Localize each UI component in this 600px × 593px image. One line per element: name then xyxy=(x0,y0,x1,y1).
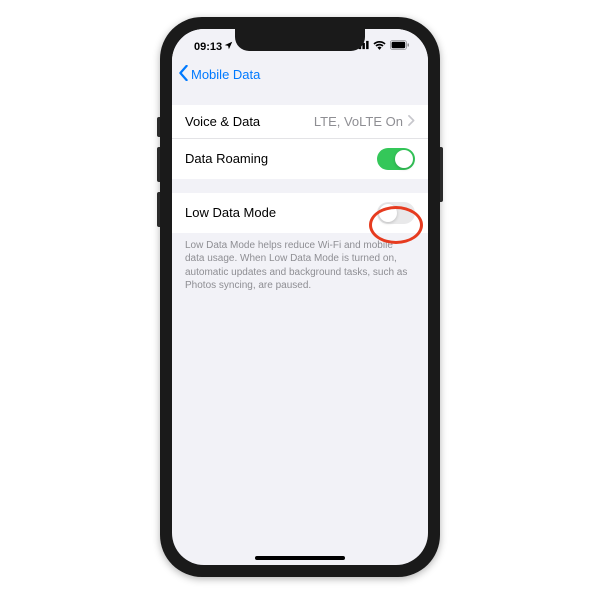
data-roaming-row: Data Roaming xyxy=(172,139,428,179)
settings-group-1: Voice & Data LTE, VoLTE On Data Roaming xyxy=(172,105,428,179)
footer-description: Low Data Mode helps reduce Wi-Fi and mob… xyxy=(172,233,428,299)
location-icon xyxy=(224,41,233,53)
low-data-mode-toggle[interactable] xyxy=(377,202,415,224)
chevron-left-icon xyxy=(178,65,189,84)
low-data-mode-label: Low Data Mode xyxy=(185,205,276,220)
nav-bar: Mobile Data xyxy=(172,59,428,91)
data-roaming-label: Data Roaming xyxy=(185,151,268,166)
notch xyxy=(235,29,365,51)
data-roaming-toggle[interactable] xyxy=(377,148,415,170)
side-buttons-left xyxy=(157,117,160,237)
back-button[interactable]: Mobile Data xyxy=(178,65,260,84)
side-button-right xyxy=(440,147,443,202)
content-area: Voice & Data LTE, VoLTE On Data Roaming xyxy=(172,91,428,299)
wifi-icon xyxy=(373,40,386,53)
back-label: Mobile Data xyxy=(191,67,260,82)
low-data-mode-row: Low Data Mode xyxy=(172,193,428,233)
home-indicator[interactable] xyxy=(255,556,345,560)
phone-frame: 09:13 Mo xyxy=(160,17,440,577)
voice-data-label: Voice & Data xyxy=(185,114,260,129)
voice-data-value: LTE, VoLTE On xyxy=(314,114,403,129)
voice-data-row[interactable]: Voice & Data LTE, VoLTE On xyxy=(172,105,428,139)
settings-group-2: Low Data Mode xyxy=(172,193,428,233)
status-time: 09:13 xyxy=(194,41,222,53)
battery-icon xyxy=(390,40,410,53)
chevron-right-icon xyxy=(408,114,415,129)
screen: 09:13 Mo xyxy=(172,29,428,565)
